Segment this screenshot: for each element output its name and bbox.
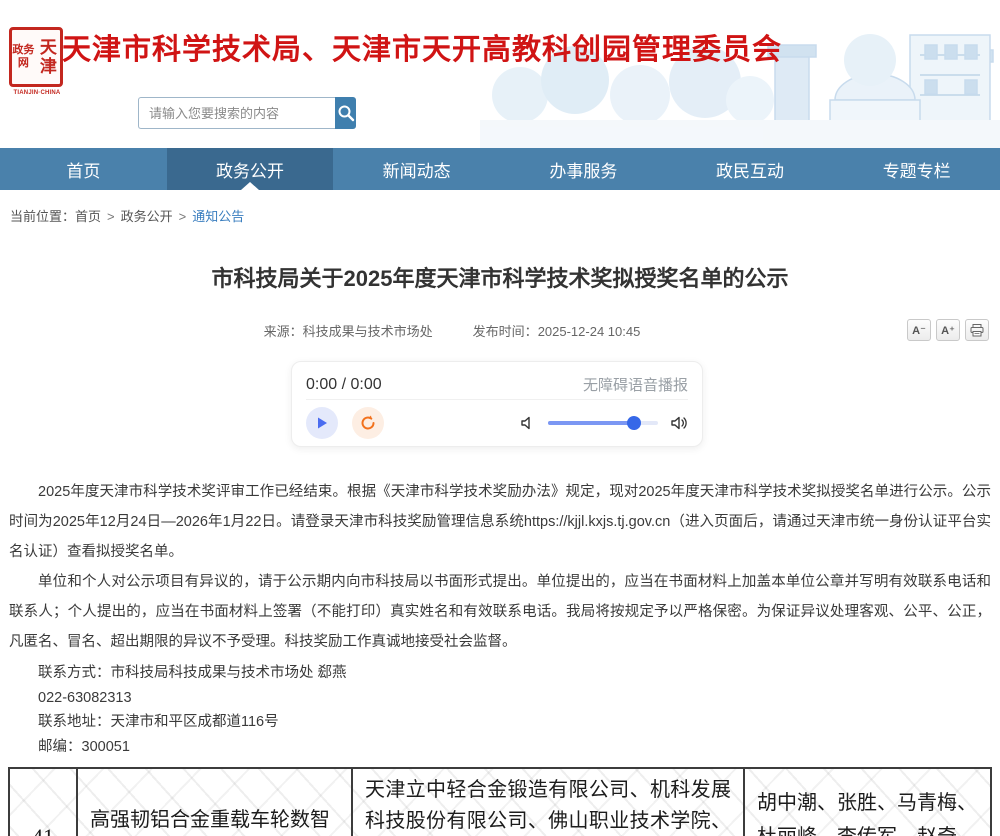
publish-time-label: 发布时间： (473, 324, 538, 339)
paragraph: 2025年度天津市科学技术奖评审工作已经结束。根据《天津市科学技术奖励办法》规定… (9, 477, 991, 567)
tianjin-gov-seal-logo[interactable]: 天津 政务网 (9, 27, 63, 87)
volume-slider[interactable] (548, 421, 658, 425)
article: 市科技局关于2025年度天津市科学技术奖拟授奖名单的公示 来源：科技成果与技术市… (0, 261, 1000, 759)
print-button[interactable] (965, 319, 989, 341)
breadcrumb-separator: > (179, 209, 187, 224)
search-bar (138, 97, 356, 129)
accessibility-audio-player: 0:00 / 0:00 无障碍语音播报 (291, 361, 703, 447)
contact-line: 联系方式：市科技局科技成果与技术市场处 郄燕 (9, 661, 991, 686)
article-meta: 来源：科技成果与技术市场处 发布时间：2025-12-24 10:45 A⁻ A⁺ (9, 321, 991, 345)
cell-awardees: 胡中潮、张胜、马青梅、杜丽峰、李传军、赵奇、刘杰、杨莎 (744, 768, 991, 836)
article-body: 2025年度天津市科学技术奖评审工作已经结束。根据《天津市科学技术奖励办法》规定… (9, 477, 991, 759)
cell-project-name: 高强韧铝合金重载车轮数智化关键技术研发与应用 (77, 768, 352, 836)
table-row: 41 高强韧铝合金重载车轮数智化关键技术研发与应用 天津立中轻合金锻造有限公司、… (9, 768, 991, 836)
volume-loud-icon[interactable] (670, 415, 688, 431)
volume-slider-fill (548, 421, 634, 425)
source-value: 科技成果与技术市场处 (303, 324, 433, 339)
player-time: 0:00 / 0:00 (306, 376, 382, 394)
campus-gate-illustration (480, 0, 1000, 148)
play-button[interactable] (306, 407, 338, 439)
award-table-scan: 41 高强韧铝合金重载车轮数智化关键技术研发与应用 天津立中轻合金锻造有限公司、… (8, 767, 990, 836)
breadcrumb-label: 当前位置： (10, 209, 75, 224)
page-title: 市科技局关于2025年度天津市科学技术奖拟授奖名单的公示 (9, 261, 991, 293)
seal-text-right: 天津 (37, 38, 60, 76)
contact-info: 联系方式：市科技局科技成果与技术市场处 郄燕 022-63082313 联系地址… (9, 661, 991, 759)
nav-item-interaction[interactable]: 政民互动 (667, 148, 834, 190)
search-button[interactable] (335, 97, 356, 129)
font-tools: A⁻ A⁺ (907, 319, 989, 341)
volume-mute-icon[interactable] (520, 415, 536, 431)
font-larger-button[interactable]: A⁺ (936, 319, 960, 341)
player-caption: 无障碍语音播报 (583, 374, 688, 395)
breadcrumb-separator: > (107, 209, 115, 224)
cell-row-number: 41 (9, 768, 77, 836)
seal-text-left: 政务网 (12, 44, 35, 70)
breadcrumb: 当前位置：首页 > 政务公开 > 通知公告 (0, 190, 1000, 235)
seal-caption: TIANJIN·CHINA (6, 90, 68, 96)
contact-line: 邮编：300051 (9, 735, 991, 760)
nav-item-services[interactable]: 办事服务 (500, 148, 667, 190)
nav-item-news[interactable]: 新闻动态 (333, 148, 500, 190)
paragraph: 单位和个人对公示项目有异议的，请于公示期内向市科技局以书面形式提出。单位提出的，… (9, 567, 991, 657)
site-header: 天津 政务网 TIANJIN·CHINA 天津市科学技术局、天津市天开高教科创园… (0, 0, 1000, 148)
replay-loop-icon (359, 414, 377, 432)
cell-organizations: 天津立中轻合金锻造有限公司、机科发展科技股份有限公司、佛山职业技术学院、天津市天… (352, 768, 744, 836)
main-nav: 首页 政务公开 新闻动态 办事服务 政民互动 专题专栏 (0, 148, 1000, 190)
site-title: 天津市科学技术局、天津市天开高教科创园管理委员会 (62, 26, 782, 68)
breadcrumb-gov-disclosure[interactable]: 政务公开 (121, 209, 173, 224)
search-icon (337, 104, 355, 122)
nav-item-special-topics[interactable]: 专题专栏 (833, 148, 1000, 190)
nav-item-gov-disclosure[interactable]: 政务公开 (167, 148, 334, 190)
play-icon (315, 416, 329, 430)
font-smaller-button[interactable]: A⁻ (907, 319, 931, 341)
breadcrumb-notices[interactable]: 通知公告 (192, 209, 244, 224)
source-label: 来源： (264, 324, 303, 339)
replay-button[interactable] (352, 407, 384, 439)
contact-line: 022-63082313 (9, 686, 991, 711)
award-table: 41 高强韧铝合金重载车轮数智化关键技术研发与应用 天津立中轻合金锻造有限公司、… (8, 767, 992, 836)
printer-icon (970, 324, 984, 337)
search-input[interactable] (138, 97, 335, 129)
nav-item-home[interactable]: 首页 (0, 148, 167, 190)
contact-line: 联系地址：天津市和平区成都道116号 (9, 710, 991, 735)
publish-time-value: 2025-12-24 10:45 (538, 324, 641, 339)
volume-slider-knob[interactable] (627, 416, 641, 430)
breadcrumb-home[interactable]: 首页 (75, 209, 101, 224)
